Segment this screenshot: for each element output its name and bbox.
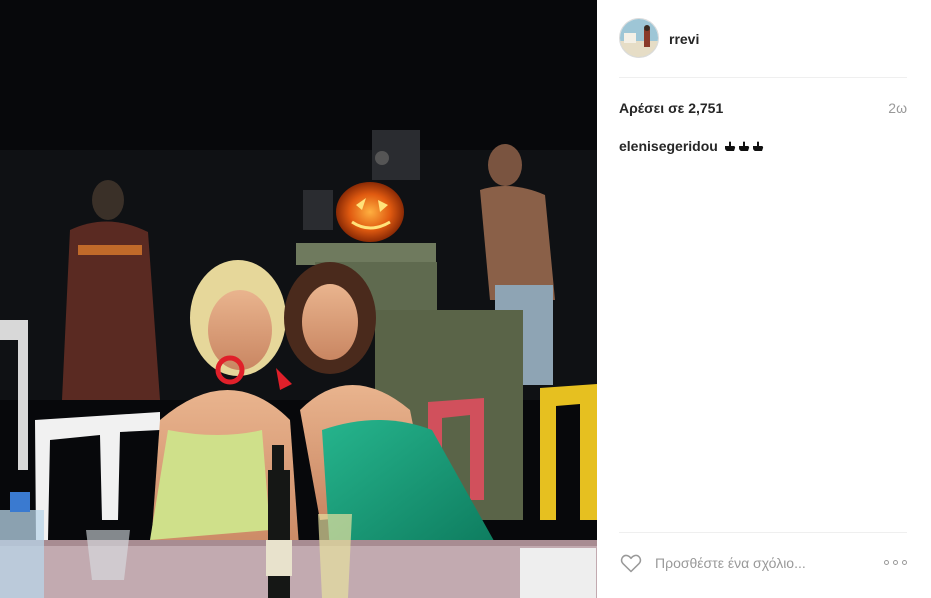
caption-username[interactable]: elenisegeridou — [619, 137, 718, 155]
post-time[interactable]: 2ω — [888, 100, 907, 116]
profile-avatar[interactable] — [619, 18, 659, 58]
caption: elenisegeridou — [619, 137, 907, 155]
likes-row: Αρέσει σε 2,751 2ω — [619, 99, 907, 117]
heart-icon[interactable] — [619, 551, 643, 575]
avatar-image — [620, 19, 658, 57]
username-link[interactable]: rrevi — [669, 31, 699, 47]
post-header: rrevi — [619, 18, 907, 78]
comment-input[interactable] — [655, 554, 870, 571]
more-dot — [893, 560, 898, 565]
more-dot — [902, 560, 907, 565]
more-dot — [884, 560, 889, 565]
post-photo-graphic — [0, 0, 597, 598]
likes-count[interactable]: Αρέσει σε 2,751 — [619, 100, 723, 116]
caption-emoji — [724, 140, 764, 152]
post-sidebar: rrevi Αρέσει σε 2,751 2ω elenisegeridou — [597, 0, 931, 598]
pointing-hand-icon — [724, 141, 735, 151]
post-photo[interactable] — [0, 0, 597, 598]
pointing-hand-icon — [738, 141, 749, 151]
pointing-hand-icon — [752, 141, 763, 151]
comment-bar — [619, 532, 907, 598]
more-options-icon[interactable] — [884, 560, 907, 565]
